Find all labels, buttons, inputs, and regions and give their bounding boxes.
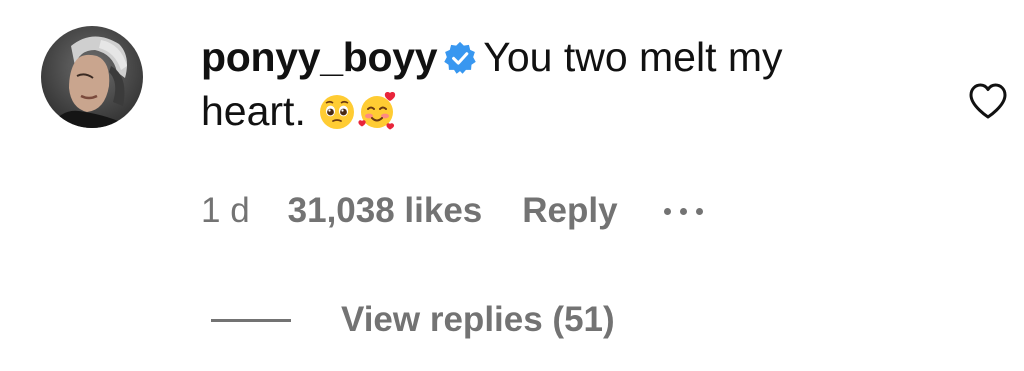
username[interactable]: ponyy_boyy bbox=[201, 34, 438, 80]
heart-outline-icon[interactable] bbox=[968, 82, 1008, 120]
replies-divider-line bbox=[211, 318, 291, 322]
avatar[interactable] bbox=[41, 26, 143, 128]
view-replies-button[interactable]: View replies (51) bbox=[211, 297, 615, 343]
comment-text-line2: heart. bbox=[201, 88, 306, 134]
likes-count-link[interactable]: 31,038 likes bbox=[288, 191, 483, 231]
pleading-face-emoji-icon bbox=[320, 95, 355, 129]
dot-icon bbox=[679, 207, 687, 215]
avatar-image bbox=[41, 26, 143, 128]
more-options-icon[interactable] bbox=[663, 196, 703, 226]
dot-icon bbox=[663, 207, 671, 215]
comment-body: ponyy_boyy You two melt my heart. bbox=[201, 30, 921, 138]
reply-button[interactable]: Reply bbox=[522, 191, 617, 231]
verified-badge-icon bbox=[444, 41, 476, 74]
comment-text-line1: You two melt my bbox=[483, 34, 783, 80]
dot-icon bbox=[695, 207, 703, 215]
comment-timestamp: 1 d bbox=[201, 191, 250, 230]
smiling-face-with-hearts-emoji-icon bbox=[358, 92, 396, 130]
view-replies-label: View replies (51) bbox=[341, 300, 615, 339]
comment-meta-row: 1 d 31,038 likes Reply bbox=[201, 188, 703, 234]
